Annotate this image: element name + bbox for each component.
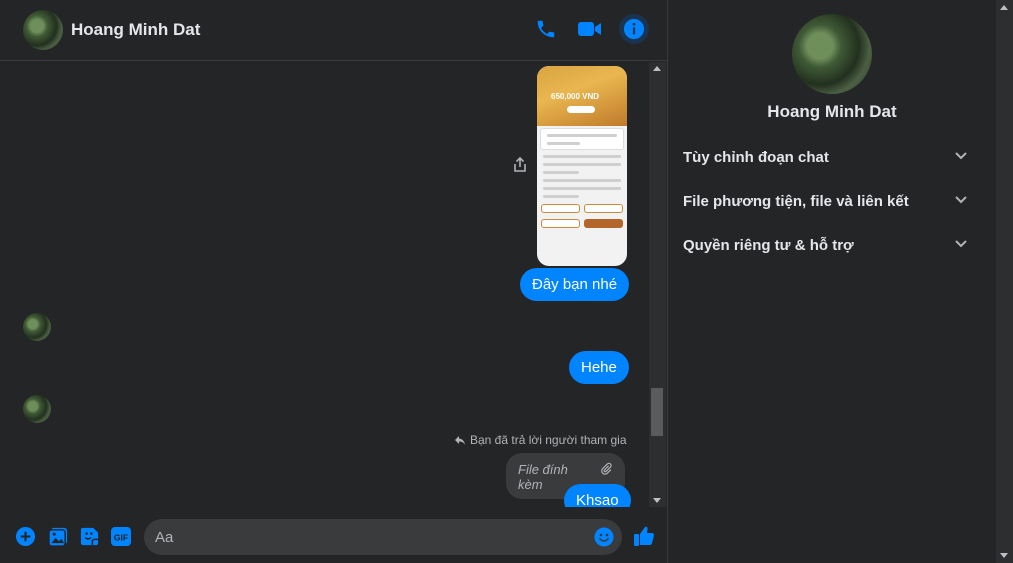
receipt-card <box>540 128 624 150</box>
section-media-files-links[interactable]: File phương tiện, file và liên kết <box>668 181 980 221</box>
section-label: File phương tiện, file và liên kết <box>683 193 909 210</box>
receipt-header: 650,000 VND <box>537 66 627 126</box>
sticker-icon <box>80 527 98 545</box>
scroll-thumb[interactable] <box>651 388 663 436</box>
attach-image-button[interactable] <box>47 525 69 547</box>
section-label: Quyền riêng tư & hỗ trợ <box>683 237 854 254</box>
reply-icon <box>455 436 465 445</box>
send-like-button[interactable] <box>632 524 656 548</box>
like-icon <box>634 526 654 546</box>
section-privacy-support[interactable]: Quyền riêng tư & hỗ trợ <box>668 225 980 265</box>
message-scrollbar[interactable] <box>649 62 666 507</box>
profile-name: Hoang Minh Dat <box>767 102 897 121</box>
message-bubble-sent[interactable]: Đây bạn nhé <box>520 268 630 301</box>
reply-note-text: Bạn đã trả lời người tham gia <box>470 433 627 447</box>
chat-pane: Hoang Minh Dat 650,000 VND Đây bạn nhé H… <box>0 0 667 563</box>
chevron-down-icon <box>955 196 967 204</box>
sticker-button[interactable] <box>78 525 100 547</box>
receipt-amount: 650,000 VND <box>551 92 600 101</box>
gif-button[interactable]: GIF <box>110 525 132 547</box>
section-customize-chat[interactable]: Tùy chỉnh đoạn chat <box>668 137 980 177</box>
image-attachment[interactable]: 650,000 VND <box>537 66 627 266</box>
chevron-down-icon <box>955 152 967 160</box>
scroll-up-arrow-icon[interactable] <box>1000 5 1008 10</box>
sender-avatar <box>23 313 51 341</box>
image-icon <box>47 527 67 547</box>
message-bubble-sent[interactable]: Hehe <box>569 351 629 384</box>
scroll-down-arrow-icon[interactable] <box>1000 553 1008 558</box>
scroll-up-arrow-icon[interactable] <box>653 66 661 71</box>
info-icon <box>623 18 645 40</box>
sender-avatar <box>23 395 51 423</box>
video-call-button[interactable] <box>576 15 604 43</box>
share-icon <box>514 156 526 172</box>
gif-icon: GIF <box>111 526 131 546</box>
conversation-info-panel: Hoang Minh Dat Tùy chỉnh đoạn chat File … <box>668 0 996 563</box>
video-camera-icon <box>578 22 601 36</box>
chat-header: Hoang Minh Dat <box>0 0 667 61</box>
composer: GIF <box>0 507 667 563</box>
phone-icon <box>537 20 555 38</box>
paperclip-icon <box>601 462 612 475</box>
emoji-icon <box>594 527 614 547</box>
conversation-info-button[interactable] <box>619 14 649 44</box>
svg-text:GIF: GIF <box>114 532 128 542</box>
scroll-down-arrow-icon[interactable] <box>653 498 661 503</box>
plus-icon <box>15 526 35 546</box>
message-input-box[interactable] <box>144 519 622 555</box>
emoji-button[interactable] <box>594 527 614 547</box>
message-list[interactable]: 650,000 VND Đây bạn nhé Hehe Bạn đã trả … <box>0 62 648 507</box>
section-label: Tùy chỉnh đoạn chat <box>683 149 829 166</box>
message-bubble-sent[interactable]: Khsao <box>564 484 631 507</box>
contact-name[interactable]: Hoang Minh Dat <box>71 20 200 40</box>
voice-call-button[interactable] <box>532 15 560 43</box>
chevron-down-icon <box>955 240 967 248</box>
more-actions-button[interactable] <box>14 525 36 547</box>
message-input[interactable] <box>155 519 585 555</box>
receipt-pill <box>567 106 595 113</box>
contact-avatar[interactable] <box>23 10 63 50</box>
share-button[interactable] <box>510 155 530 175</box>
window-scrollbar[interactable] <box>996 0 1013 563</box>
profile-avatar[interactable] <box>792 14 872 94</box>
reply-indicator: Bạn đã trả lời người tham gia <box>454 433 627 447</box>
